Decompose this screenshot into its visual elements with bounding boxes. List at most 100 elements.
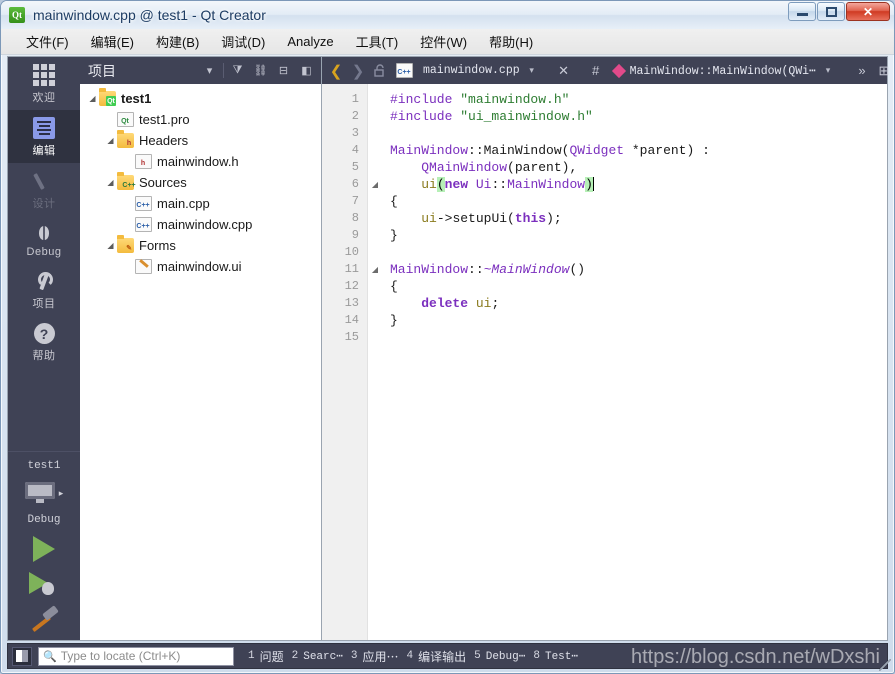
navigate-forward-icon[interactable]: ❯ xyxy=(348,61,368,81)
tree-expand-arrow-icon[interactable]: ◢ xyxy=(86,94,99,103)
tree-item-mainwindow-h[interactable]: ◢h mainwindow.h xyxy=(80,151,321,172)
tree-item-test1-pro[interactable]: ◢Qt test1.pro xyxy=(80,109,321,130)
tree-item-test1[interactable]: ◢ Qt test1 xyxy=(80,88,321,109)
fold-marker[interactable] xyxy=(368,312,382,329)
split-view-icon[interactable]: ⊟ xyxy=(274,61,293,80)
tree-expand-arrow-icon[interactable]: ◢ xyxy=(104,115,117,124)
mode-button-3[interactable]: Debug xyxy=(8,216,80,263)
tree-expand-arrow-icon[interactable]: ◢ xyxy=(122,199,135,208)
fold-marker[interactable] xyxy=(368,227,382,244)
menu-window[interactable]: 控件(W) xyxy=(409,29,478,54)
output-pane-button-3[interactable]: 3 应用⋯ xyxy=(351,648,399,665)
filter-icon[interactable]: ⧩ xyxy=(228,61,247,80)
symbol-dropdown-caret-icon[interactable]: ▾ xyxy=(818,61,838,81)
fold-marker[interactable] xyxy=(368,244,382,261)
output-pane-button-5[interactable]: 5 Debug⋯ xyxy=(474,649,525,663)
mode-button-5[interactable]: ? 帮助 xyxy=(8,316,80,368)
start-debugging-button[interactable] xyxy=(29,572,59,598)
fold-marker[interactable] xyxy=(368,125,382,142)
locator-input[interactable]: 🔍 Type to locate (Ctrl+K) xyxy=(38,646,234,666)
output-pane-button-8[interactable]: 8 Test⋯ xyxy=(533,649,578,663)
tree-item-main-cpp[interactable]: ◢C++ main.cpp xyxy=(80,193,321,214)
project-tree[interactable]: ◢Qttest1◢Qttest1.pro◢hHeaders◢hmainwindo… xyxy=(80,84,321,640)
open-file-dropdown-caret-icon[interactable]: ▾ xyxy=(522,61,542,81)
menu-tools[interactable]: 工具(T) xyxy=(345,29,410,54)
symbol-selector[interactable]: MainWindow::MainWindow(QWi⋯ xyxy=(611,63,816,78)
fold-marker[interactable] xyxy=(368,329,382,346)
tree-item-label: Forms xyxy=(139,238,176,253)
code-token: #include xyxy=(390,92,461,107)
minimize-button[interactable] xyxy=(788,2,816,21)
tree-expand-arrow-icon[interactable]: ◢ xyxy=(122,262,135,271)
fold-marker[interactable] xyxy=(368,108,382,125)
code-folding-column[interactable]: ◢ ◢ xyxy=(368,84,382,640)
menu-build[interactable]: 构建(B) xyxy=(145,29,210,54)
fold-marker[interactable]: ◢ xyxy=(368,176,382,193)
tree-expand-arrow-icon[interactable]: ◢ xyxy=(122,220,135,229)
fold-marker[interactable] xyxy=(368,295,382,312)
output-pane-label: Test⋯ xyxy=(544,651,579,663)
fold-marker[interactable] xyxy=(368,278,382,295)
output-pane-number: 4 xyxy=(406,650,414,662)
menu-debug[interactable]: 调试(D) xyxy=(210,29,276,54)
mode-button-4[interactable]: 项目 xyxy=(8,263,80,316)
kit-selector[interactable]: ▸ xyxy=(24,482,63,504)
tree-expand-arrow-icon[interactable]: ◢ xyxy=(104,241,117,250)
toggle-sidebar-button[interactable] xyxy=(12,646,32,666)
tree-expand-arrow-icon[interactable]: ◢ xyxy=(122,157,135,166)
line-column-icon[interactable]: # xyxy=(586,61,606,81)
output-pane-number: 8 xyxy=(533,650,540,662)
fold-marker[interactable] xyxy=(368,210,382,227)
tree-expand-arrow-icon[interactable]: ◢ xyxy=(104,178,117,187)
line-number: 12 xyxy=(344,279,359,293)
fold-marker[interactable]: ◢ xyxy=(368,261,382,278)
output-pane-button-1[interactable]: 1 问题 xyxy=(248,648,284,665)
tree-item-Sources[interactable]: ◢ C++ Sources xyxy=(80,172,321,193)
code-line: #include "mainwindow.h" xyxy=(390,91,887,108)
resize-grip[interactable] xyxy=(879,659,891,671)
split-editor-icon[interactable]: ⊞ xyxy=(874,61,894,81)
run-button[interactable] xyxy=(33,536,55,562)
search-icon: 🔍 xyxy=(43,650,57,663)
tree-item-mainwindow-cpp[interactable]: ◢C++ mainwindow.cpp xyxy=(80,214,321,235)
mode-label: 帮助 xyxy=(32,350,56,362)
menu-help[interactable]: 帮助(H) xyxy=(478,29,544,54)
tree-item-Headers[interactable]: ◢ h Headers xyxy=(80,130,321,151)
menu-file[interactable]: 文件(F) xyxy=(15,29,80,54)
menu-analyze[interactable]: Analyze xyxy=(276,31,344,52)
overflow-more-icon[interactable]: » xyxy=(852,61,872,81)
close-document-icon[interactable]: ✕ xyxy=(554,61,574,81)
close-button[interactable]: ✕ xyxy=(846,2,890,21)
tree-item-mainwindow-ui[interactable]: ◢ mainwindow.ui xyxy=(80,256,321,277)
output-pane-button-2[interactable]: 2 Searc⋯ xyxy=(292,649,343,663)
code-token: ( xyxy=(507,211,515,226)
output-pane-button-4[interactable]: 4 编译输出 xyxy=(407,648,467,665)
code-editor[interactable]: 1 2 3 4 5 6 7 8 9 10 11 12 13 14 15 ◢ ◢ #include "mainw… xyxy=(322,84,887,640)
view-dropdown-caret-icon[interactable]: ▾ xyxy=(200,61,219,80)
title-bar: Qt mainwindow.cpp @ test1 - Qt Creator ✕ xyxy=(1,1,894,29)
kit-name-label: test1 xyxy=(27,460,61,472)
code-token: ) : xyxy=(686,143,710,158)
fold-marker[interactable] xyxy=(368,91,382,108)
code-text[interactable]: #include "mainwindow.h" #include "ui_main… xyxy=(382,84,887,640)
fold-marker[interactable] xyxy=(368,159,382,176)
code-token: delete xyxy=(421,296,469,311)
menu-edit[interactable]: 编辑(E) xyxy=(80,29,145,54)
headers-folder-icon: h xyxy=(117,130,134,148)
build-button[interactable] xyxy=(29,608,59,634)
lock-icon[interactable] xyxy=(370,61,390,81)
link-with-editor-icon[interactable]: ⛓ xyxy=(251,61,270,80)
fold-marker[interactable] xyxy=(368,142,382,159)
fold-marker[interactable] xyxy=(368,193,382,210)
mode-label: 欢迎 xyxy=(32,92,56,104)
open-file-chip[interactable]: C++ mainwindow.cpp xyxy=(392,63,520,78)
mode-button-0[interactable]: 欢迎 xyxy=(8,57,80,110)
close-sidebar-icon[interactable]: ◧ xyxy=(297,61,316,80)
navigate-back-icon[interactable]: ❮ xyxy=(326,61,346,81)
maximize-button[interactable] xyxy=(817,2,845,21)
code-token: "mainwindow.h" xyxy=(460,92,570,107)
locator-placeholder: Type to locate (Ctrl+K) xyxy=(60,649,181,663)
mode-button-1[interactable]: 编辑 xyxy=(8,110,80,163)
tree-expand-arrow-icon[interactable]: ◢ xyxy=(104,136,117,145)
tree-item-Forms[interactable]: ◢ ✎ Forms xyxy=(80,235,321,256)
